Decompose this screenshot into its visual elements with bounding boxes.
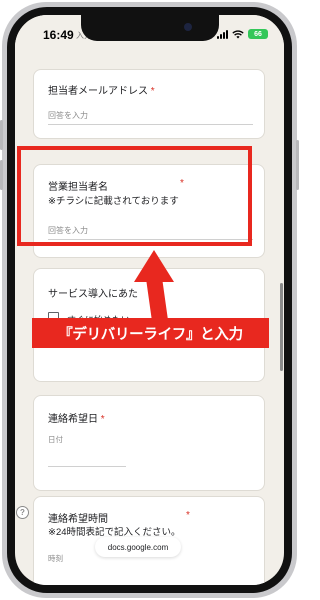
question-card-email: 担当者メールアドレス * 回答を入力 (33, 69, 265, 139)
date-input[interactable] (48, 466, 126, 467)
required-mark: * (100, 414, 105, 425)
question-title: 連絡希望時間 * (48, 510, 253, 525)
help-icon[interactable]: ? (16, 506, 29, 519)
status-icons: 66 (217, 29, 268, 39)
status-bar: 16:49 入力 66 (15, 15, 284, 55)
arrow-head (134, 250, 174, 282)
side-button (296, 140, 299, 190)
time-field-label: 時刻 (48, 554, 63, 563)
url-bar[interactable]: docs.google.com (95, 537, 181, 557)
camera-icon (184, 23, 192, 31)
answer-underline (48, 124, 253, 125)
status-time: 16:49 (43, 28, 74, 42)
question-title: 担当者メールアドレス * (48, 82, 155, 97)
battery-icon: 66 (248, 29, 268, 39)
highlight-box (17, 146, 252, 246)
question-note: ※24時間表記で記入ください。 (48, 527, 181, 538)
question-title-text: 担当者メールアドレス (48, 86, 148, 97)
question-title: 連絡希望日 * (48, 410, 105, 425)
wifi-icon (232, 29, 244, 38)
question-title-text: 連絡希望日 (48, 414, 98, 425)
signal-icon (217, 29, 228, 39)
annotation-callout: 『デリバリーライフ』と入力 (32, 318, 269, 348)
email-answer-input[interactable]: 回答を入力 (48, 110, 88, 121)
required-mark: * (150, 86, 155, 97)
notch (81, 15, 219, 41)
question-title: サービス導入にあた (48, 289, 138, 300)
required-mark: * (186, 510, 190, 521)
side-button (0, 160, 3, 190)
date-field-label: 日付 (48, 435, 63, 444)
side-button (0, 120, 3, 150)
scrollbar[interactable] (280, 283, 283, 371)
question-card-contact-date: 連絡希望日 * 日付 (33, 395, 265, 491)
